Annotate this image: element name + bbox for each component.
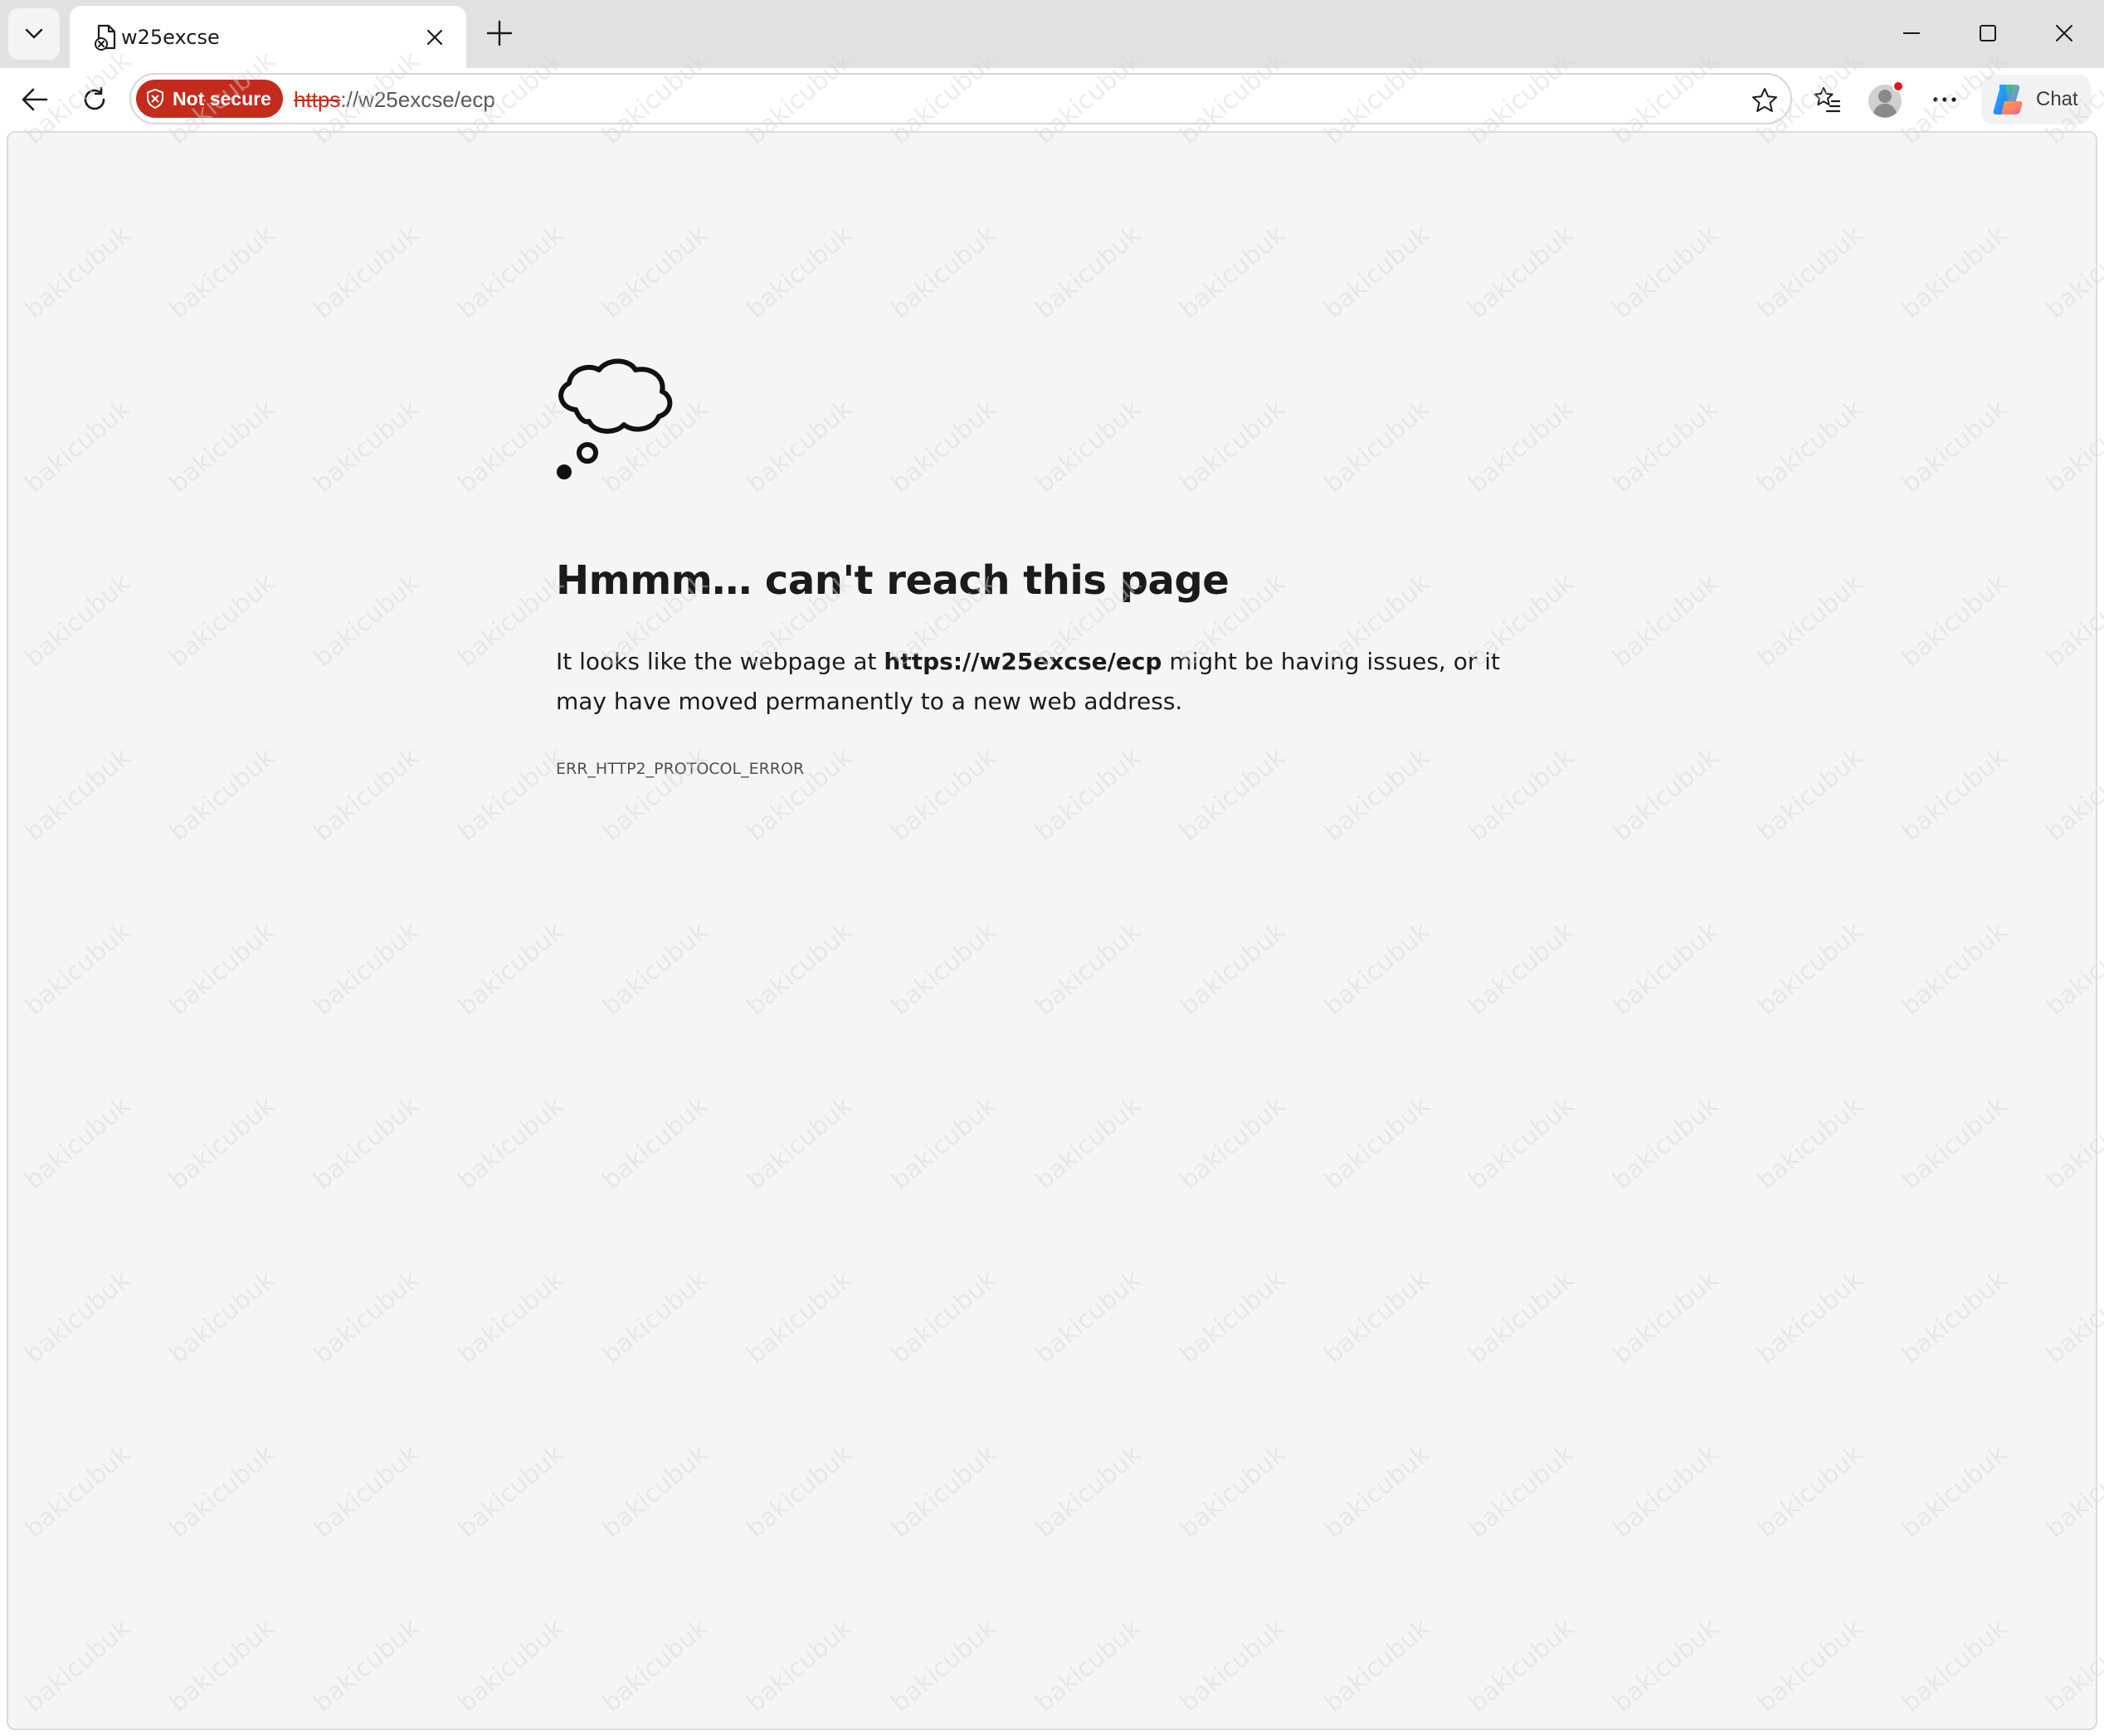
tab-strip: w25excse [0, 0, 2104, 68]
star-outline-icon [1752, 88, 1777, 112]
thought-cloud-icon [557, 358, 673, 479]
tab-close-button[interactable] [418, 21, 451, 54]
error-description: It looks like the webpage at https://w25… [556, 642, 1551, 722]
shield-warning-icon [147, 88, 163, 109]
refresh-icon [84, 86, 105, 110]
close-icon [2056, 25, 2072, 41]
url-path: ://w25excse/ecp [340, 87, 495, 112]
url-scheme: https [294, 87, 341, 112]
profile-avatar-icon [1868, 80, 1904, 118]
error-description-prefix: It looks like the webpage at [556, 648, 884, 675]
copilot-icon [1993, 85, 2023, 114]
minimize-button[interactable] [1887, 10, 1936, 56]
page-content: Hmmm… can't reach this page It looks lik… [7, 131, 2097, 1730]
back-button[interactable] [10, 75, 60, 124]
settings-and-more-button[interactable] [1920, 75, 1970, 124]
window-close-button[interactable] [2039, 10, 2089, 56]
chevron-down-icon [25, 28, 43, 39]
more-horizontal-icon [1933, 97, 1956, 102]
error-code: ERR_HTTP2_PROTOCOL_ERROR [556, 760, 805, 778]
favorites-list-icon [1814, 87, 1841, 113]
copilot-chat-button[interactable]: Chat [1981, 75, 2091, 124]
favorites-button[interactable] [1802, 75, 1852, 124]
reload-button[interactable] [70, 75, 119, 124]
tab-active[interactable]: w25excse [70, 6, 466, 68]
minimize-icon [1903, 32, 1920, 34]
url-text[interactable]: https://w25excse/ecp [294, 85, 495, 114]
maximize-button[interactable] [1963, 10, 2013, 56]
add-favorite-button[interactable] [1744, 80, 1785, 121]
browser-window: w25excse Not secure https://w25excse/ecp… [0, 0, 2104, 1736]
plus-icon [486, 20, 513, 46]
tab-actions-button[interactable] [8, 8, 60, 60]
address-bar[interactable]: Not secure https://w25excse/ecp [129, 73, 1792, 124]
profile-button[interactable] [1862, 75, 1912, 124]
error-title: Hmmm… can't reach this page [556, 557, 1230, 604]
error-page-favicon-icon [95, 24, 116, 51]
maximize-icon [1980, 25, 1996, 41]
tab-title: w25excse [121, 26, 220, 49]
error-description-url: https://w25excse/ecp [884, 648, 1162, 675]
not-secure-label: Not secure [173, 87, 271, 109]
new-tab-button[interactable] [480, 13, 519, 53]
arrow-left-icon [22, 88, 48, 111]
navigation-toolbar: Not secure https://w25excse/ecp Chat [0, 68, 2104, 131]
not-secure-indicator[interactable]: Not secure [136, 80, 283, 118]
close-icon [426, 29, 443, 46]
chat-label: Chat [2036, 88, 2078, 110]
